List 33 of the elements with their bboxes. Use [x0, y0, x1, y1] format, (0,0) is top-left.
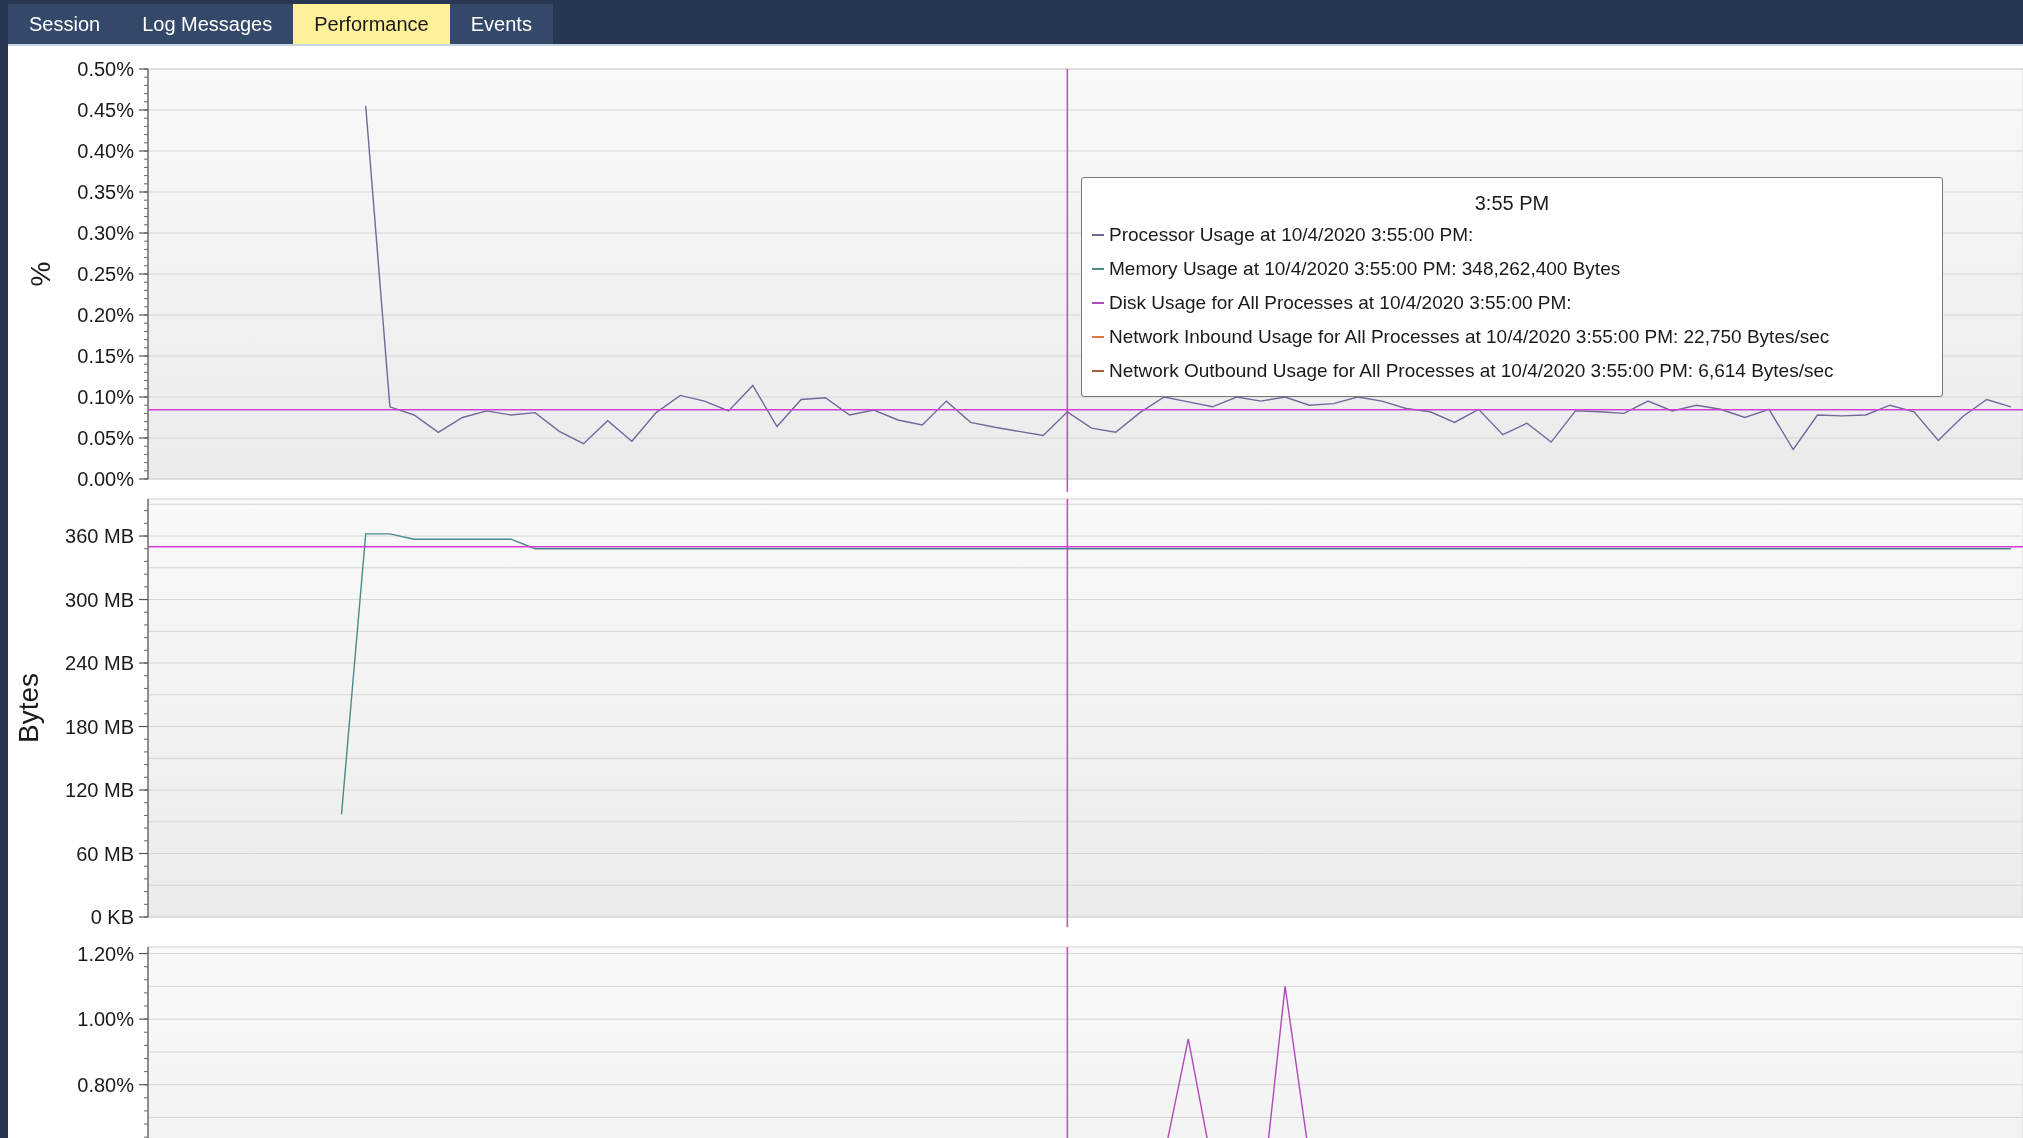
tick-label: 0.35%: [77, 181, 134, 203]
tooltip-text: Network Inbound Usage for All Processes at 10/4/2020 3:55:00 PM: 22,750 Bytes/sec: [1109, 324, 1830, 349]
tick-label: 0.05%: [77, 427, 134, 449]
tick-label: 360 MB: [65, 525, 134, 548]
tick-label: 1.00%: [77, 1008, 134, 1031]
tick-label: 0.10%: [77, 386, 134, 408]
tick-label: 240 MB: [65, 652, 134, 675]
tooltip-title: 3:55 PM: [1473, 191, 1551, 216]
tooltip-text: Processor Usage at 10/4/2020 3:55:00 PM:: [1109, 222, 1474, 247]
tick-label: 0.30%: [77, 222, 134, 244]
tab[interactable]: Performance: [293, 4, 450, 44]
tick-label: 120 MB: [65, 779, 134, 801]
tick-label: 0.15%: [77, 345, 134, 367]
tick-label: 1.20%: [77, 942, 134, 965]
tick-label: 0.50%: [77, 58, 134, 80]
tooltip-text: Disk Usage for All Processes at 10/4/2020 3:55:00 PM:: [1109, 290, 1572, 315]
tab[interactable]: Log Messages: [121, 4, 294, 44]
tick-label: 0.25%: [77, 263, 134, 285]
tooltip-text: Memory Usage at 10/4/2020 3:55:00 PM: 348,262,400 Bytes: [1109, 256, 1621, 281]
axis-title: %: [25, 261, 56, 287]
tick-label: 60 MB: [76, 842, 134, 865]
tick-label: 0.80%: [77, 1073, 134, 1096]
tooltip-text: Network Outbound Usage for All Processes at 10/4/2020 3:55:00 PM: 6,614 Bytes/sec: [1109, 358, 1834, 383]
tick-label: 0.40%: [77, 140, 134, 162]
tick-label: 0.20%: [77, 304, 134, 326]
tick-label: 180 MB: [65, 715, 134, 738]
tab[interactable]: Session: [8, 4, 122, 44]
tick-label: 300 MB: [65, 588, 134, 611]
tick-label: 0.00%: [77, 468, 134, 490]
tick-label: 0 KB: [90, 906, 134, 927]
tick-label: 0.45%: [77, 99, 134, 121]
axis-title: Bytes: [13, 673, 44, 743]
tab[interactable]: Events: [449, 4, 553, 44]
